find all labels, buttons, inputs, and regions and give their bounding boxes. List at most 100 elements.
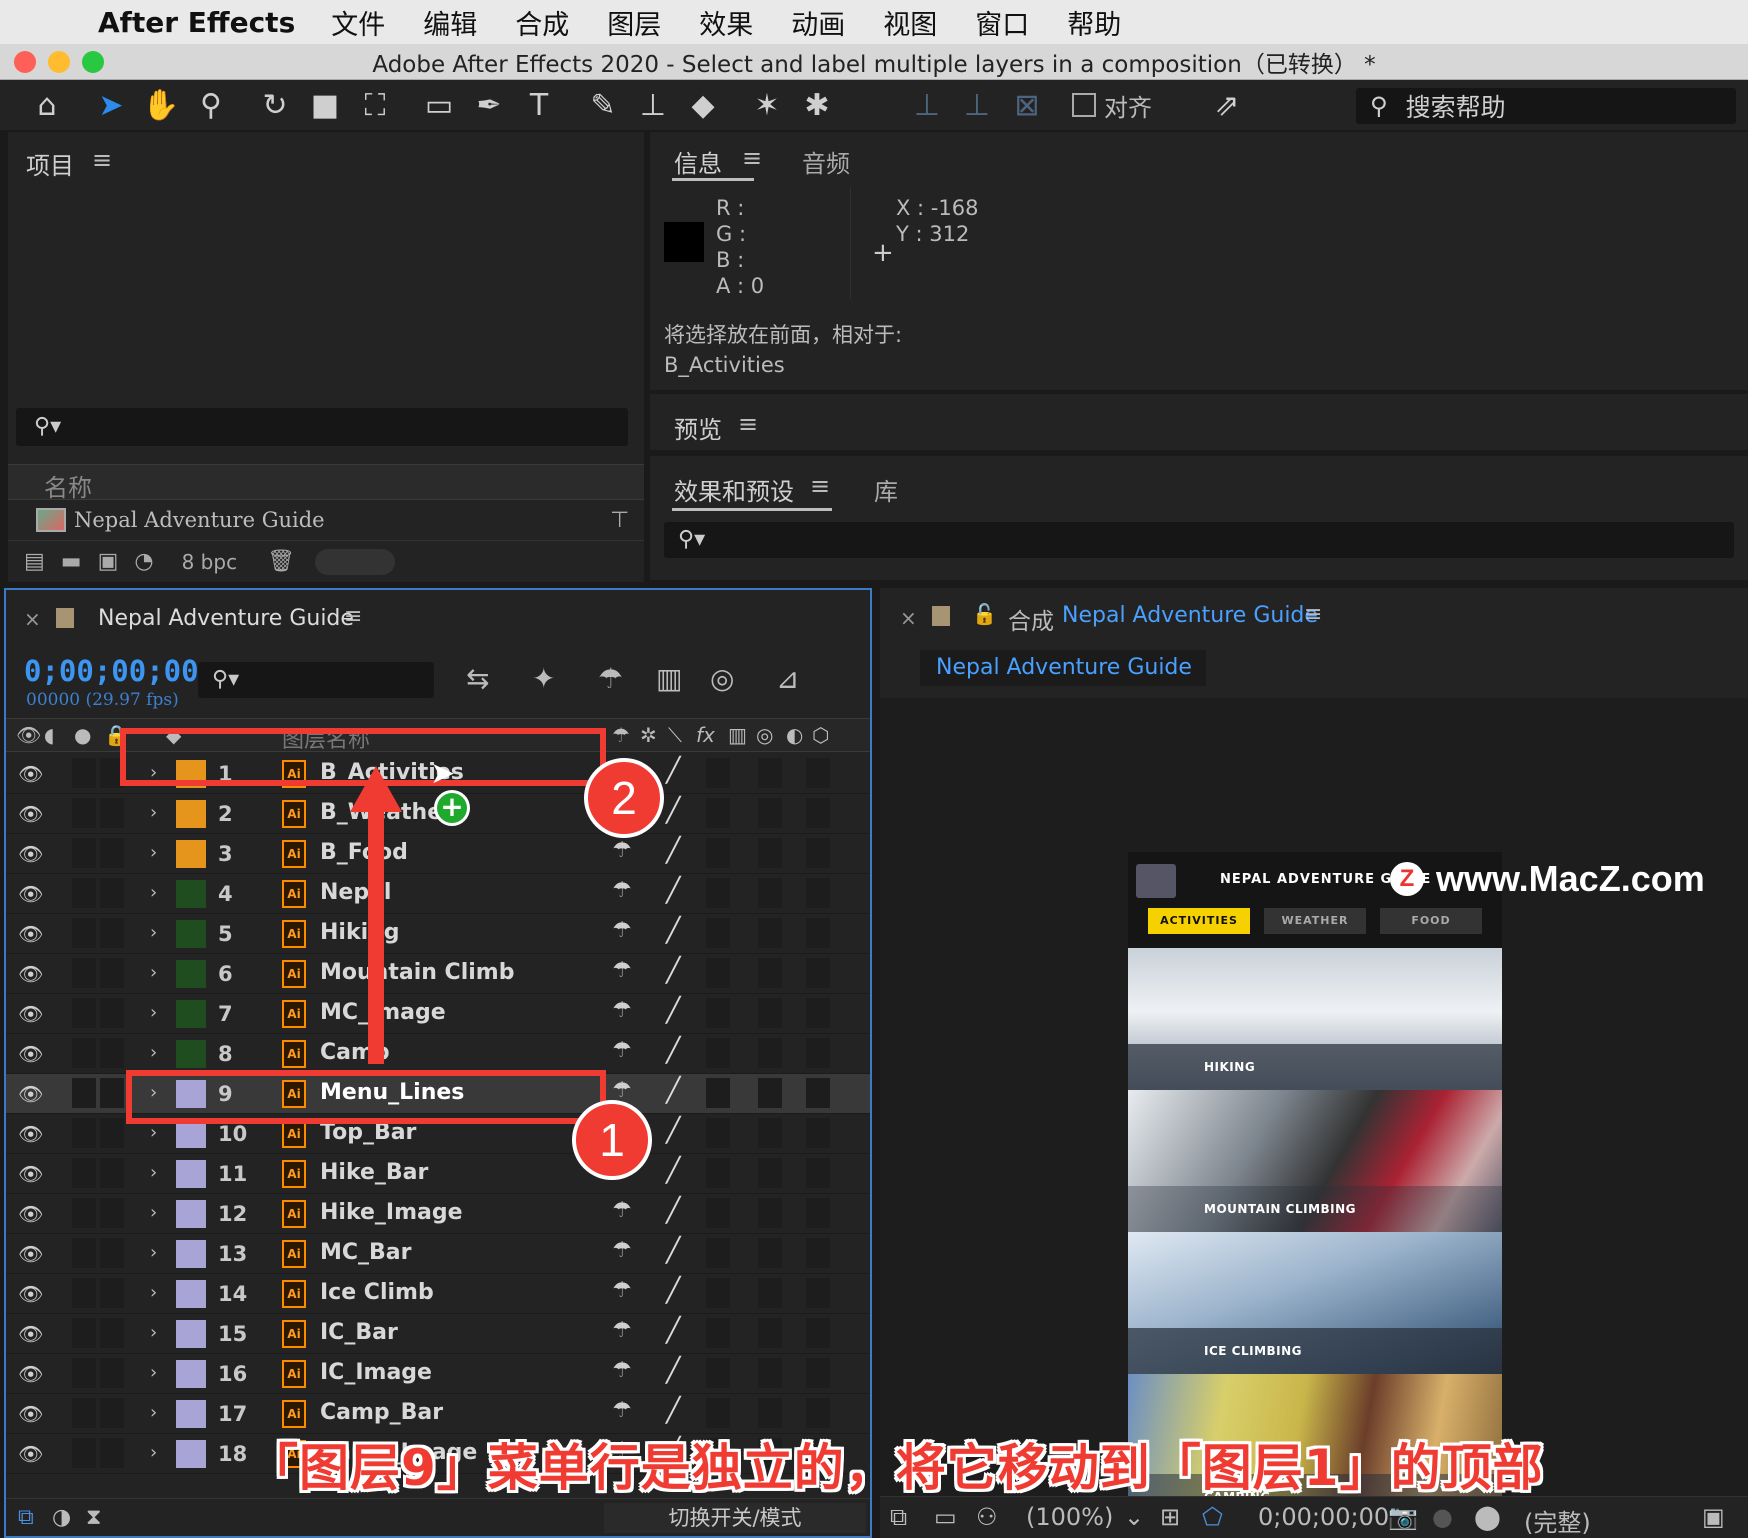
- layer-name[interactable]: Ice Climb: [320, 1280, 434, 1305]
- app-menu[interactable]: After Effects: [98, 6, 295, 39]
- chevron-down-icon[interactable]: ⌄: [1124, 1503, 1144, 1531]
- type-tool-icon[interactable]: T: [514, 83, 564, 127]
- eye-icon[interactable]: 👁: [18, 802, 43, 826]
- solo-switch[interactable]: [72, 998, 96, 1028]
- motion-blur-switch[interactable]: [706, 1118, 730, 1148]
- local-axis-icon[interactable]: ⊥: [902, 83, 952, 127]
- eye-icon[interactable]: 👁: [18, 1402, 43, 1426]
- home-icon[interactable]: ⌂: [22, 83, 72, 127]
- layer-name[interactable]: MC_Bar: [320, 1240, 412, 1265]
- lock-switch[interactable]: [100, 1278, 124, 1308]
- lock-switch[interactable]: [100, 798, 124, 828]
- shy-switch-icon[interactable]: ☂: [612, 878, 632, 903]
- new-composition-icon[interactable]: ▣: [98, 549, 119, 574]
- bit-depth-button[interactable]: 8 bpc: [168, 548, 251, 576]
- menu-edit[interactable]: 编辑: [423, 3, 477, 42]
- layer-row[interactable]: 👁 › 8 Ai Camp ☂ ╱: [6, 1034, 870, 1074]
- collapse-column-icon[interactable]: ✲: [640, 723, 657, 747]
- adjustment-switch[interactable]: [758, 918, 782, 948]
- pan-behind-icon[interactable]: ⛶: [350, 83, 400, 127]
- quality-switch-icon[interactable]: ╱: [666, 1116, 680, 1144]
- adjustment-switch[interactable]: [758, 878, 782, 908]
- eye-icon[interactable]: 👁: [18, 842, 43, 866]
- lock-switch[interactable]: [100, 958, 124, 988]
- shy-switch-icon[interactable]: ☂: [612, 918, 632, 943]
- lock-switch[interactable]: [100, 918, 124, 948]
- timeline-comp-title[interactable]: Nepal Adventure Guide: [98, 606, 354, 631]
- motion-blur-switch[interactable]: [706, 998, 730, 1028]
- lock-switch[interactable]: [100, 838, 124, 868]
- channel-icon[interactable]: ⬤: [1474, 1503, 1501, 1531]
- eye-icon[interactable]: 👁: [18, 1242, 43, 1266]
- lock-switch[interactable]: [100, 1358, 124, 1388]
- eye-icon[interactable]: 👁: [18, 1362, 43, 1386]
- draft-3d-icon[interactable]: ✦: [532, 662, 555, 695]
- layer-row[interactable]: 👁 › 15 Ai IC_Bar ☂ ╱: [6, 1314, 870, 1354]
- fit-region-icon[interactable]: ⊞: [1160, 1503, 1180, 1531]
- new-folder-icon[interactable]: ▬: [61, 549, 82, 574]
- layer-name[interactable]: Camp: [320, 1040, 390, 1065]
- label-color[interactable]: [176, 1160, 206, 1188]
- panel-menu-icon[interactable]: ≡: [92, 146, 112, 174]
- chevron-right-icon[interactable]: ›: [150, 1282, 157, 1303]
- layer-row[interactable]: 👁 › 14 Ai Ice Climb ☂ ╱: [6, 1274, 870, 1314]
- 3d-switch[interactable]: [806, 878, 830, 908]
- label-color[interactable]: [176, 1280, 206, 1308]
- viewer-comp-tab[interactable]: Nepal Adventure Guide: [920, 650, 1206, 686]
- tab-library[interactable]: 库: [874, 472, 898, 507]
- lock-switch[interactable]: [100, 1318, 124, 1348]
- 3d-switch[interactable]: [806, 1078, 830, 1108]
- 3d-switch[interactable]: [806, 1158, 830, 1188]
- frame-blending-icon[interactable]: ▥: [656, 662, 682, 695]
- viewer-canvas[interactable]: NEPAL ADVENTURE GUIDE ACTIVITIES WEATHER…: [880, 698, 1748, 1520]
- 3d-switch[interactable]: [806, 1358, 830, 1388]
- zoom-tool-icon[interactable]: ⚲: [186, 83, 236, 127]
- mask-visibility-icon[interactable]: ⚇: [976, 1503, 998, 1531]
- motion-blur-switch[interactable]: [706, 918, 730, 948]
- comp-frame[interactable]: NEPAL ADVENTURE GUIDE ACTIVITIES WEATHER…: [1128, 852, 1502, 1520]
- adjustment-switch[interactable]: [758, 798, 782, 828]
- layer-name[interactable]: Camp_Bar: [320, 1400, 443, 1425]
- adjustment-switch[interactable]: [758, 1118, 782, 1148]
- eye-icon[interactable]: 👁: [18, 962, 43, 986]
- adjustment-switch[interactable]: [758, 1398, 782, 1428]
- shy-switch-icon[interactable]: ☂: [612, 1238, 632, 1263]
- eye-icon[interactable]: 👁: [18, 1082, 43, 1106]
- clone-stamp-icon[interactable]: ⊥: [628, 83, 678, 127]
- fx-column-icon[interactable]: fx: [696, 723, 715, 747]
- project-item[interactable]: Nepal Adventure Guide: [36, 508, 325, 532]
- tab-project[interactable]: 项目: [26, 146, 74, 181]
- label-color[interactable]: [176, 1360, 206, 1388]
- quality-switch-icon[interactable]: ╱: [666, 1036, 680, 1064]
- layer-name[interactable]: B_Weather: [320, 800, 453, 825]
- chevron-right-icon[interactable]: ›: [150, 1202, 157, 1223]
- layer-name[interactable]: Mountain Climb: [320, 960, 514, 985]
- adjustment-switch[interactable]: [758, 838, 782, 868]
- project-search-input[interactable]: ⚲▾: [16, 408, 628, 446]
- solo-switch[interactable]: [72, 1198, 96, 1228]
- shy-toggle-icon[interactable]: ☂: [598, 662, 623, 695]
- menu-effect[interactable]: 效果: [699, 3, 753, 42]
- lock-switch[interactable]: [100, 1198, 124, 1228]
- 3d-switch[interactable]: [806, 1198, 830, 1228]
- 3d-switch[interactable]: [806, 1318, 830, 1348]
- hand-tool-icon[interactable]: ✋: [136, 83, 186, 127]
- 3d-switch[interactable]: [806, 838, 830, 868]
- chevron-right-icon[interactable]: ›: [150, 1122, 157, 1143]
- toggle-view-icon[interactable]: ▣: [1702, 1503, 1725, 1531]
- eye-icon[interactable]: 👁: [18, 882, 43, 906]
- label-color[interactable]: [176, 1040, 206, 1068]
- 3d-switch[interactable]: [806, 998, 830, 1028]
- lock-switch[interactable]: [100, 1438, 124, 1468]
- timeline-search-input[interactable]: ⚲▾: [198, 662, 434, 698]
- solo-switch[interactable]: [72, 758, 96, 788]
- chevron-right-icon[interactable]: ›: [150, 842, 157, 863]
- quality-switch-icon[interactable]: ╱: [666, 956, 680, 984]
- quality-switch-icon[interactable]: ╱: [666, 836, 680, 864]
- quality-switch-icon[interactable]: ╱: [666, 1156, 680, 1184]
- layer-row[interactable]: 👁›11AiHike_Bar☂╱: [6, 1154, 870, 1194]
- chevron-right-icon[interactable]: ›: [150, 922, 157, 943]
- viewer-comp-title[interactable]: Nepal Adventure Guide: [1062, 603, 1318, 628]
- label-color[interactable]: [176, 840, 206, 868]
- layer-row[interactable]: 👁 › 7 Ai MC_Image ☂ ╱: [6, 994, 870, 1034]
